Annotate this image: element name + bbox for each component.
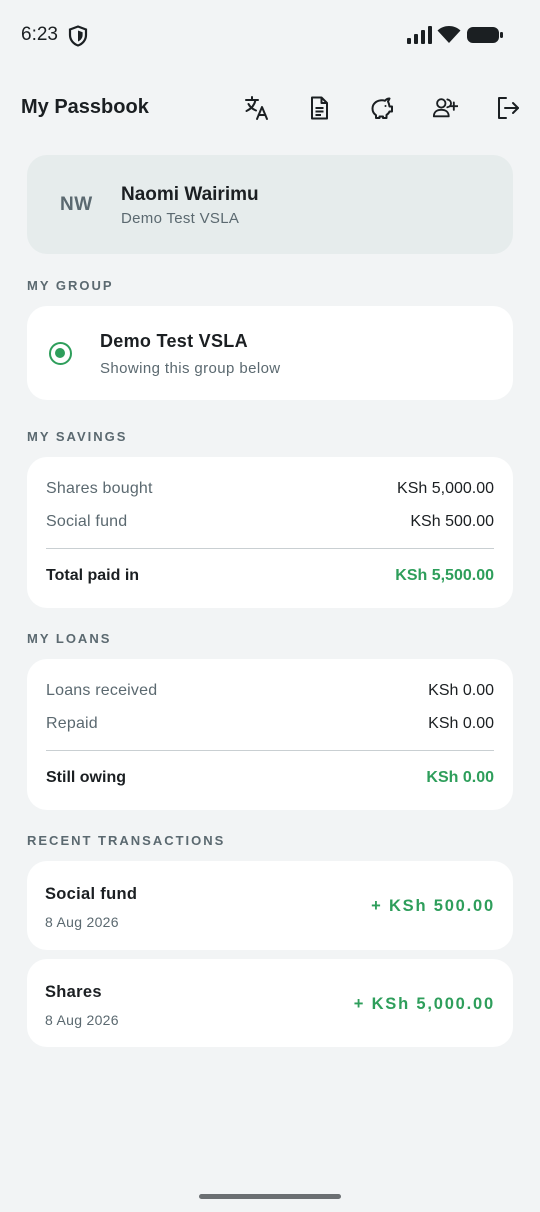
statement-button[interactable]	[303, 92, 335, 124]
translate-icon	[245, 96, 268, 120]
savings-button[interactable]	[366, 92, 398, 124]
transaction-date: 8 Aug 2026	[45, 914, 119, 930]
member-name: Naomi Wairimu	[121, 184, 259, 205]
group-subtitle: Showing this group below	[100, 360, 281, 377]
piggy-bank-icon	[371, 97, 393, 119]
transaction-title: Shares	[45, 983, 102, 1001]
page-title: My Passbook	[21, 96, 149, 118]
add-member-icon	[432, 98, 458, 118]
transaction-date: 8 Aug 2026	[45, 1012, 119, 1028]
divider	[46, 548, 494, 549]
loans-row-value: KSh 0.00	[428, 715, 494, 732]
document-icon	[311, 96, 328, 120]
savings-card: Shares bought KSh 5,000.00 Social fund K…	[27, 457, 513, 608]
section-title-my-loans: MY LOANS	[27, 631, 112, 646]
member-group: Demo Test VSLA	[121, 210, 240, 227]
loans-row-value: KSh 0.00	[428, 682, 494, 699]
divider	[46, 750, 494, 751]
status-bar: 6:23	[0, 0, 540, 70]
savings-total-label: Total paid in	[46, 567, 140, 584]
translate-button[interactable]	[241, 92, 273, 124]
add-member-button[interactable]	[429, 92, 461, 124]
savings-total-value: KSh 5,500.00	[395, 567, 494, 584]
shield-icon	[68, 25, 88, 47]
transaction-item[interactable]: Social fund 8 Aug 2026 + KSh 500.00	[27, 861, 513, 950]
transaction-amount: + KSh 5,000.00	[353, 995, 495, 1013]
loans-row-label: Loans received	[46, 682, 158, 699]
savings-row-label: Shares bought	[46, 480, 153, 497]
logout-icon	[498, 97, 519, 119]
avatar: NW	[60, 194, 93, 215]
battery-icon	[467, 27, 503, 43]
group-card[interactable]: Demo Test VSLA Showing this group below	[27, 306, 513, 400]
savings-row-label: Social fund	[46, 513, 128, 530]
group-radio[interactable]	[49, 342, 72, 365]
app-bar: My Passbook	[0, 84, 540, 132]
logout-button[interactable]	[492, 92, 524, 124]
transaction-item[interactable]: Shares 8 Aug 2026 + KSh 5,000.00	[27, 959, 513, 1047]
savings-row-value: KSh 500.00	[410, 513, 494, 530]
savings-row-value: KSh 5,000.00	[397, 480, 494, 497]
loans-card: Loans received KSh 0.00 Repaid KSh 0.00 …	[27, 659, 513, 810]
section-title-my-group: MY GROUP	[27, 278, 114, 293]
loans-total-value: KSh 0.00	[426, 769, 494, 786]
section-title-recent-transactions: RECENT TRANSACTIONS	[27, 833, 226, 848]
cellular-signal-icon	[407, 26, 432, 44]
wifi-icon	[437, 26, 461, 43]
transaction-amount: + KSh 500.00	[371, 897, 495, 915]
home-indicator[interactable]	[199, 1194, 341, 1199]
group-name: Demo Test VSLA	[100, 331, 248, 351]
profile-card: NW Naomi Wairimu Demo Test VSLA	[27, 155, 513, 254]
section-title-my-savings: MY SAVINGS	[27, 429, 128, 444]
loans-row-label: Repaid	[46, 715, 98, 732]
transaction-title: Social fund	[45, 885, 138, 903]
loans-total-label: Still owing	[46, 769, 126, 786]
status-time: 6:23	[21, 24, 58, 45]
